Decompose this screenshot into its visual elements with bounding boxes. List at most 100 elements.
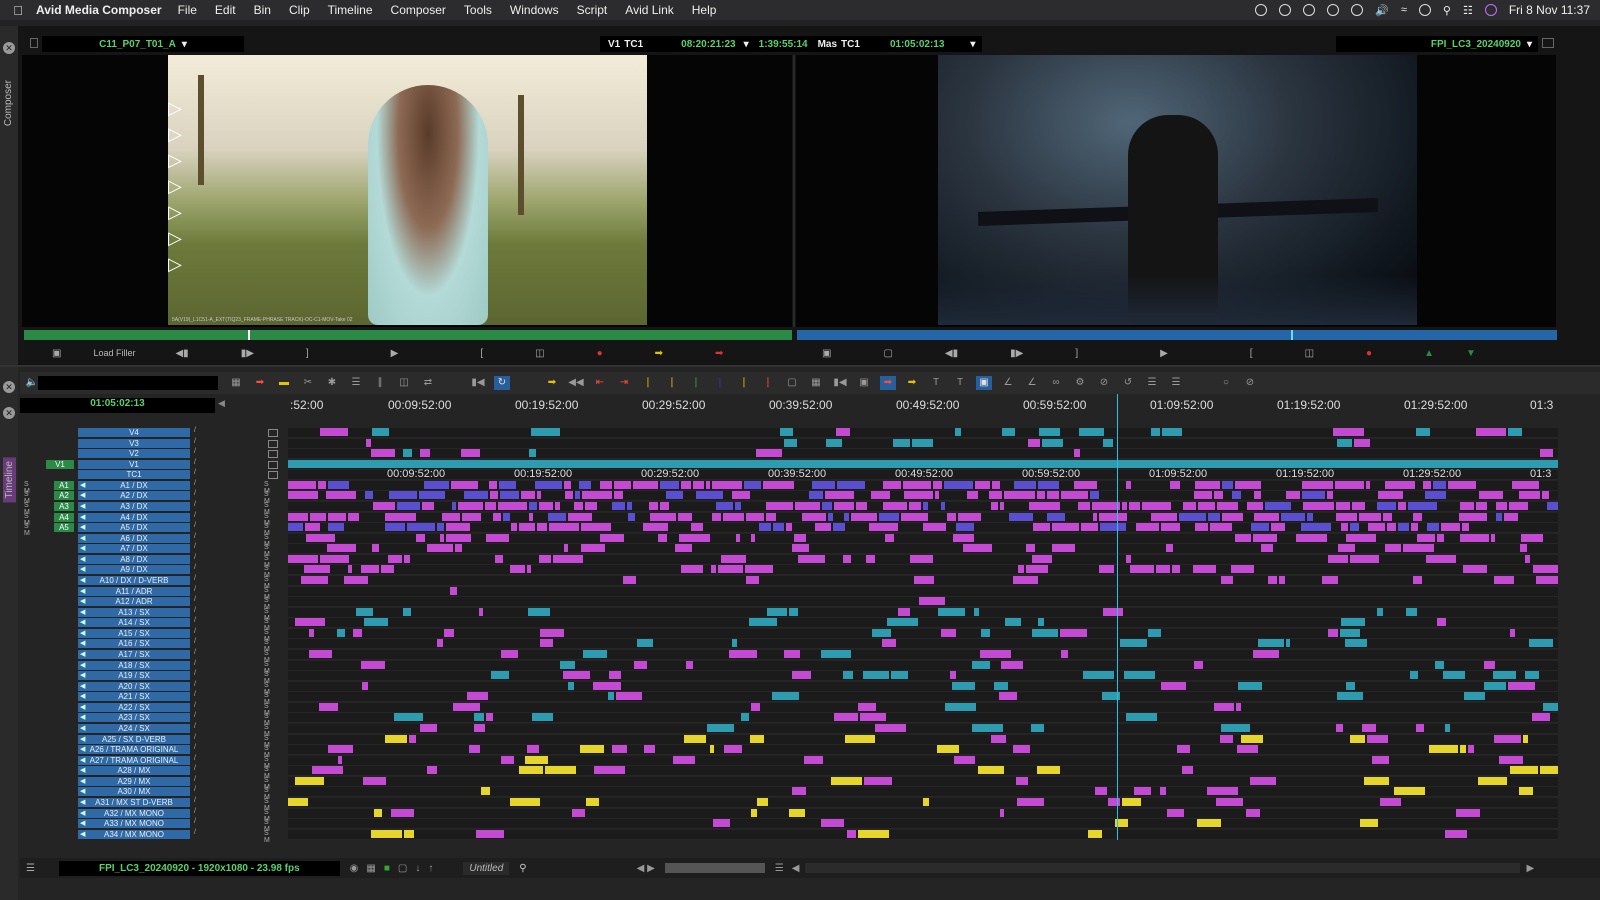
clip[interactable] — [898, 608, 910, 616]
clip[interactable] — [1417, 534, 1435, 542]
clip[interactable] — [1435, 661, 1444, 669]
clip[interactable] — [1456, 809, 1480, 817]
clip[interactable] — [309, 629, 314, 637]
clip[interactable] — [574, 502, 583, 510]
clip[interactable] — [1403, 544, 1434, 552]
solo-mute-buttons[interactable]: S M — [264, 830, 270, 844]
track-header-a8[interactable]: A8 / DX — [78, 555, 190, 564]
clip[interactable] — [295, 777, 324, 785]
clip[interactable] — [372, 544, 379, 552]
clip[interactable] — [887, 618, 918, 626]
clip[interactable] — [1519, 787, 1533, 795]
clip[interactable] — [1510, 766, 1538, 774]
clip[interactable] — [481, 787, 490, 795]
clip[interactable] — [863, 671, 889, 679]
clip[interactable] — [1509, 502, 1528, 510]
clip[interactable] — [328, 523, 344, 531]
track-lane[interactable] — [288, 682, 1558, 692]
clip[interactable] — [1416, 428, 1430, 436]
clip[interactable] — [1166, 544, 1173, 552]
clip[interactable] — [789, 608, 798, 616]
clip[interactable] — [479, 608, 483, 616]
clip[interactable] — [954, 756, 975, 764]
loop-icon[interactable]: ↻ — [494, 376, 510, 390]
clip[interactable] — [1122, 502, 1127, 510]
track-lane[interactable] — [288, 798, 1558, 808]
clip[interactable] — [499, 481, 516, 489]
menu-edit[interactable]: Edit — [215, 3, 236, 17]
clip[interactable] — [1302, 491, 1325, 499]
clip[interactable] — [956, 523, 974, 531]
clip[interactable] — [1122, 798, 1141, 806]
clip[interactable] — [1235, 534, 1251, 542]
splice-icon[interactable]: ➡ — [544, 376, 560, 390]
clip[interactable] — [1468, 745, 1474, 753]
clip[interactable] — [427, 544, 453, 552]
clip[interactable] — [644, 745, 655, 753]
clip[interactable] — [563, 671, 590, 679]
clip[interactable] — [568, 513, 592, 521]
marker-yellow-icon[interactable]: ❘ — [664, 376, 680, 390]
clip[interactable] — [319, 703, 338, 711]
clip[interactable] — [856, 502, 867, 510]
clip[interactable] — [953, 534, 974, 542]
track-header-a33[interactable]: A33 / MX MONO — [78, 819, 190, 828]
clip[interactable] — [1416, 724, 1424, 732]
clip[interactable] — [453, 703, 480, 711]
clip[interactable] — [306, 534, 335, 542]
clip[interactable] — [885, 534, 894, 542]
clip[interactable] — [371, 830, 402, 838]
clip[interactable] — [1459, 513, 1487, 521]
clip[interactable] — [600, 534, 624, 542]
clip[interactable] — [1161, 682, 1186, 690]
scroll-left-icon[interactable]: ◀ — [218, 398, 225, 409]
track-lane[interactable] — [288, 449, 1558, 459]
clip[interactable] — [1494, 576, 1514, 584]
clip[interactable] — [766, 513, 776, 521]
clip[interactable] — [545, 766, 576, 774]
source-tab-icon[interactable] — [30, 38, 38, 48]
match-frame-icon[interactable]: ◫ — [1305, 348, 1314, 359]
bin-icon[interactable]: ▣ — [52, 348, 61, 359]
clip[interactable] — [295, 618, 325, 626]
clip[interactable] — [580, 745, 604, 753]
overwrite-icon[interactable]: ➡ — [904, 376, 920, 390]
clip[interactable] — [1026, 544, 1035, 552]
sync-lock-icon[interactable]: / — [194, 607, 196, 614]
track-lane[interactable] — [288, 565, 1558, 575]
clip[interactable] — [909, 502, 921, 510]
clip[interactable] — [1303, 502, 1334, 510]
clip[interactable] — [798, 555, 825, 563]
clip[interactable] — [950, 671, 956, 679]
menu-tools[interactable]: Tools — [464, 3, 492, 17]
clip[interactable] — [503, 513, 510, 521]
table-icon[interactable]: ▦ — [808, 376, 824, 390]
sync-lock-icon[interactable]: / — [194, 459, 196, 466]
clip[interactable] — [1281, 513, 1305, 521]
scroll-arrows-icon[interactable]: ◀ ▶ — [637, 863, 655, 874]
clip[interactable] — [1151, 428, 1160, 436]
track-header-a29[interactable]: A29 / MX — [78, 777, 190, 786]
prev-edit-icon[interactable]: ◀◀ — [568, 376, 584, 390]
clip[interactable] — [673, 756, 695, 764]
clip[interactable] — [789, 809, 805, 817]
clip[interactable] — [1078, 502, 1090, 510]
clip[interactable] — [394, 713, 423, 721]
source-timecode[interactable]: 08:20:21:23 — [681, 39, 735, 50]
clip[interactable] — [1002, 428, 1015, 436]
clip[interactable] — [1493, 671, 1516, 679]
clip[interactable] — [1130, 565, 1154, 573]
clip[interactable] — [975, 481, 990, 489]
track-lane[interactable] — [288, 513, 1558, 523]
speaker-icon[interactable]: ◀ — [80, 703, 85, 711]
clip[interactable] — [535, 481, 562, 489]
search-icon[interactable]: ⚲ — [519, 863, 526, 874]
clip[interactable] — [1167, 809, 1184, 817]
clip[interactable] — [328, 481, 349, 489]
track-lane[interactable] — [288, 650, 1558, 660]
clip[interactable] — [364, 618, 388, 626]
sync-lock-icon[interactable]: / — [194, 638, 196, 645]
clip[interactable] — [784, 439, 797, 447]
settings-icon[interactable]: ◉ — [350, 863, 359, 874]
clip[interactable] — [822, 502, 832, 510]
